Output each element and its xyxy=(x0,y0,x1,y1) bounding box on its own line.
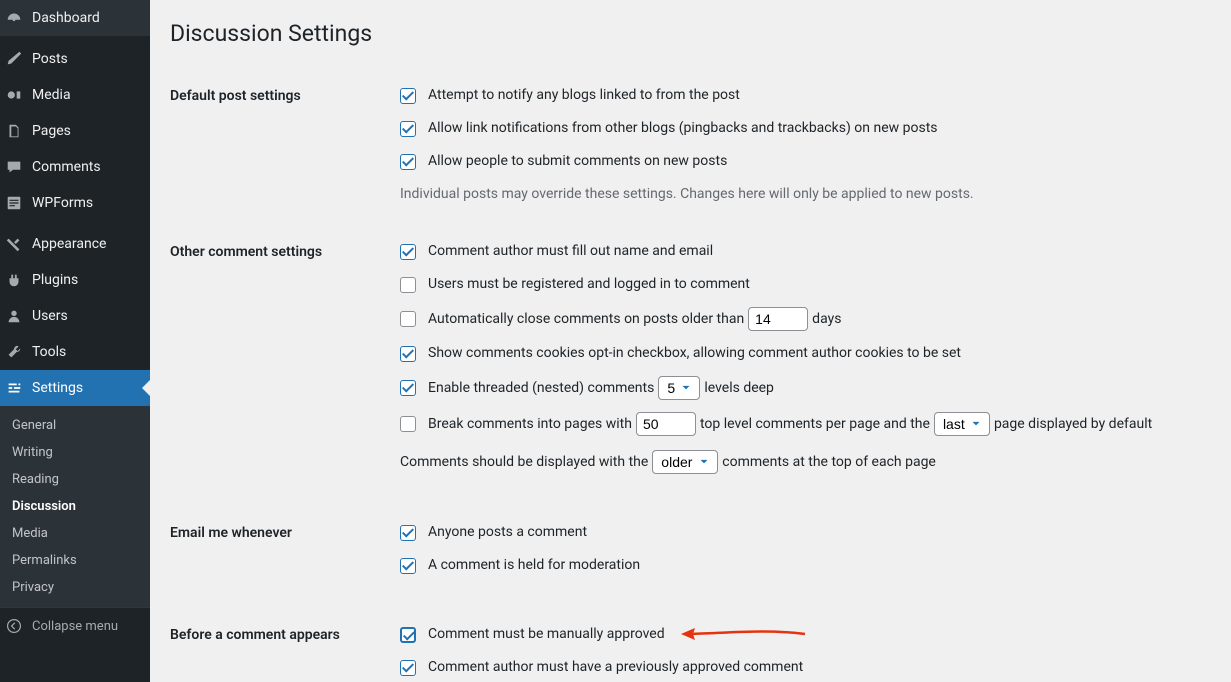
collapse-label: Collapse menu xyxy=(32,619,118,634)
submenu-item-permalinks[interactable]: Permalinks xyxy=(0,547,150,574)
label-order-pre: Comments should be displayed with the xyxy=(400,452,648,473)
label-name-email: Comment author must fill out name and em… xyxy=(428,241,713,262)
checkbox-threaded[interactable] xyxy=(400,380,416,396)
sidebar-item-posts[interactable]: Posts xyxy=(0,41,150,77)
users-icon xyxy=(4,306,24,326)
tools-icon xyxy=(4,342,24,362)
comments-icon xyxy=(4,157,24,177)
submenu-item-general[interactable]: General xyxy=(0,412,150,439)
select-thread-depth[interactable]: 5 xyxy=(658,376,700,400)
label-registered: Users must be registered and logged in t… xyxy=(428,274,750,295)
label-prev-approved: Comment author must have a previously ap… xyxy=(428,657,803,678)
sidebar-item-label: Posts xyxy=(32,51,68,67)
label-paginate-pre: Break comments into pages with xyxy=(428,414,632,435)
annotation-arrow-icon xyxy=(677,625,807,645)
checkbox-cookies[interactable] xyxy=(400,346,416,362)
checkbox-allow-pingbacks[interactable] xyxy=(400,121,416,137)
posts-icon xyxy=(4,49,24,69)
sidebar-item-media[interactable]: Media xyxy=(0,77,150,113)
label-allow-comments: Allow people to submit comments on new p… xyxy=(428,151,727,172)
checkbox-paginate[interactable] xyxy=(400,416,416,432)
submenu-item-reading[interactable]: Reading xyxy=(0,466,150,493)
sidebar-item-label: Appearance xyxy=(32,236,106,252)
sidebar-item-plugins[interactable]: Plugins xyxy=(0,262,150,298)
label-manual-approve: Comment must be manually approved xyxy=(428,624,665,645)
sidebar-item-label: Dashboard xyxy=(32,10,100,26)
label-allow-pingbacks: Allow link notifications from other blog… xyxy=(428,118,938,139)
sidebar-item-pages[interactable]: Pages xyxy=(0,113,150,149)
submenu-item-media[interactable]: Media xyxy=(0,520,150,547)
default-post-note: Individual posts may override these sett… xyxy=(400,184,1201,205)
checkbox-notify-blogs[interactable] xyxy=(400,88,416,104)
label-auto-close-pre: Automatically close comments on posts ol… xyxy=(428,309,744,330)
select-comment-order[interactable]: older xyxy=(652,450,718,474)
sidebar-item-wpforms[interactable]: WPForms xyxy=(0,185,150,221)
label-order-post: comments at the top of each page xyxy=(722,452,936,473)
checkbox-auto-close[interactable] xyxy=(400,311,416,327)
label-paginate-mid: top level comments per page and the xyxy=(700,414,930,435)
checkbox-email-anyone[interactable] xyxy=(400,525,416,541)
section-heading-other: Other comment settings xyxy=(170,223,390,504)
label-threaded-post: levels deep xyxy=(704,378,774,399)
page-title: Discussion Settings xyxy=(170,20,1211,47)
checkbox-prev-approved[interactable] xyxy=(400,660,416,676)
plugins-icon xyxy=(4,270,24,290)
section-heading-email: Email me whenever xyxy=(170,504,390,606)
sidebar-item-label: Settings xyxy=(32,380,83,396)
label-threaded-pre: Enable threaded (nested) comments xyxy=(428,378,654,399)
label-cookies: Show comments cookies opt-in checkbox, a… xyxy=(428,343,961,364)
sidebar-item-settings[interactable]: Settings xyxy=(0,370,150,406)
sidebar-item-label: Tools xyxy=(32,344,66,360)
sidebar-item-appearance[interactable]: Appearance xyxy=(0,226,150,262)
admin-sidebar: Dashboard Posts Media Pages Comments WPF… xyxy=(0,0,150,682)
section-heading-before: Before a comment appears xyxy=(170,606,390,682)
input-close-days[interactable] xyxy=(748,307,808,331)
checkbox-registered[interactable] xyxy=(400,277,416,293)
sidebar-item-tools[interactable]: Tools xyxy=(0,334,150,370)
label-email-moderation: A comment is held for moderation xyxy=(428,555,640,576)
checkbox-email-moderation[interactable] xyxy=(400,558,416,574)
checkbox-manual-approve[interactable] xyxy=(400,627,416,643)
wpforms-icon xyxy=(4,193,24,213)
sidebar-item-dashboard[interactable]: Dashboard xyxy=(0,0,150,36)
collapse-icon xyxy=(4,616,24,636)
sidebar-item-label: WPForms xyxy=(32,195,93,211)
media-icon xyxy=(4,85,24,105)
sidebar-item-comments[interactable]: Comments xyxy=(0,149,150,185)
submenu-item-privacy[interactable]: Privacy xyxy=(0,574,150,601)
section-heading-default-post: Default post settings xyxy=(170,67,390,223)
sidebar-item-label: Plugins xyxy=(32,272,78,288)
main-content: Discussion Settings Default post setting… xyxy=(150,0,1231,682)
sidebar-item-label: Users xyxy=(32,308,68,324)
input-per-page[interactable] xyxy=(636,412,696,436)
pages-icon xyxy=(4,121,24,141)
submenu-item-discussion[interactable]: Discussion xyxy=(0,493,150,520)
settings-icon xyxy=(4,378,24,398)
submenu-item-writing[interactable]: Writing xyxy=(0,439,150,466)
collapse-menu-button[interactable]: Collapse menu xyxy=(0,607,150,644)
label-auto-close-post: days xyxy=(812,309,841,330)
checkbox-allow-comments[interactable] xyxy=(400,154,416,170)
settings-submenu: General Writing Reading Discussion Media… xyxy=(0,406,150,607)
label-notify-blogs: Attempt to notify any blogs linked to fr… xyxy=(428,85,740,106)
sidebar-item-label: Media xyxy=(32,87,71,103)
label-paginate-post: page displayed by default xyxy=(994,414,1152,435)
appearance-icon xyxy=(4,234,24,254)
checkbox-name-email[interactable] xyxy=(400,244,416,260)
sidebar-item-label: Pages xyxy=(32,123,71,139)
sidebar-item-users[interactable]: Users xyxy=(0,298,150,334)
label-email-anyone: Anyone posts a comment xyxy=(428,522,587,543)
dashboard-icon xyxy=(4,8,24,28)
sidebar-item-label: Comments xyxy=(32,159,101,175)
select-default-page[interactable]: last xyxy=(934,412,990,436)
